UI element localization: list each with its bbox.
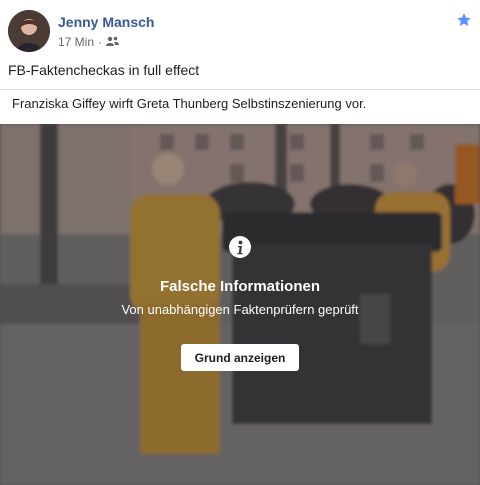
warning-title: Falsche Informationen [159,278,321,295]
link-preview[interactable]: Franziska Giffey wirft Greta Thunberg Se… [0,89,480,485]
author-name[interactable]: Jenny Mansch [58,14,154,30]
photo-preview[interactable]: Falsche Informationen Von unabhängigen F… [0,124,480,485]
star-icon[interactable] [456,12,472,28]
link-title[interactable]: Franziska Giffey wirft Greta Thunberg Se… [12,96,366,111]
meta-separator: · [98,35,103,49]
friends-icon[interactable] [106,35,120,49]
post-header: Jenny Mansch 17 Min · [8,10,472,54]
post-meta: 17 Min · [58,35,120,49]
post-time[interactable]: 17 Min [58,35,94,49]
avatar[interactable] [8,10,50,52]
show-reason-button[interactable]: Grund anzeigen [181,344,299,371]
warning-subtitle: Von unabhängigen Faktenprüfern geprüft [121,302,359,317]
info-icon [229,236,251,258]
post-text: FB-Faktencheckas in full effect [8,62,200,78]
